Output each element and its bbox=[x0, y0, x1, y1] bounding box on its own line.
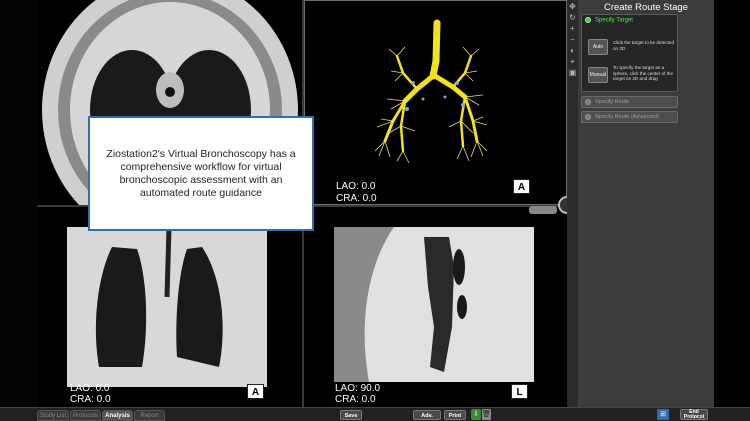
bronchial-branches bbox=[374, 46, 488, 164]
rotate-icon[interactable]: ↻ bbox=[568, 13, 577, 22]
zoom-in-icon[interactable]: + bbox=[568, 24, 577, 33]
bottom-toolbar: Study List Protocols Analysis Report Sav… bbox=[0, 407, 750, 421]
create-route-panel: Create Route Stage Specify Target Auto C… bbox=[578, 0, 714, 407]
caption-text: Ziostation2's Virtual Bronchoscopy has a… bbox=[106, 147, 296, 199]
horizontal-slider[interactable] bbox=[529, 206, 557, 214]
tab-report[interactable]: Report bbox=[134, 410, 165, 421]
volume-rendering-viewport[interactable]: LAO: 0.0 CRA: 0.0 A bbox=[304, 0, 567, 205]
layout-icon[interactable]: ⊞ bbox=[657, 409, 669, 420]
auto-description: Click the target to be detected on 3D bbox=[613, 40, 675, 51]
specify-route-label: Specify Route bbox=[595, 99, 630, 105]
left-margin bbox=[0, 0, 37, 407]
coronal-orientation-marker[interactable]: A bbox=[247, 384, 264, 399]
save-button[interactable]: Save bbox=[340, 410, 362, 420]
tab-protocols[interactable]: Protocols bbox=[70, 410, 101, 421]
trash-icon[interactable]: 🗑 bbox=[482, 409, 491, 420]
specify-target-step[interactable]: Specify Target Auto Click the target to … bbox=[581, 14, 678, 92]
tab-analysis[interactable]: Analysis bbox=[102, 410, 133, 421]
window-level-icon[interactable]: ◐ bbox=[568, 46, 577, 55]
sagittal-cra-label: CRA: 0.0 bbox=[335, 394, 376, 405]
specify-route-advanced-label: Specify Route (Advanced) bbox=[595, 114, 659, 120]
step-inactive-indicator-icon bbox=[585, 98, 591, 105]
crosshair-icon[interactable]: ⌖ bbox=[568, 57, 577, 66]
step-inactive-indicator-icon bbox=[585, 113, 591, 120]
sagittal-orientation-marker[interactable]: L bbox=[511, 384, 528, 399]
camera-icon[interactable]: ▣ bbox=[568, 68, 577, 77]
volume-cra-label: CRA: 0.0 bbox=[336, 193, 377, 204]
coronal-viewport[interactable]: LAO: 0.0 CRA: 0.0 A bbox=[37, 207, 302, 407]
tool-strip: ✥ ↻ + − ◐ ⌖ ▣ bbox=[567, 0, 578, 407]
sagittal-viewport[interactable]: LAO: 90.0 CRA: 0.0 L bbox=[304, 207, 567, 407]
zoom-out-icon[interactable]: − bbox=[568, 35, 577, 44]
sagittal-ct-image bbox=[334, 227, 534, 382]
coronal-cra-label: CRA: 0.0 bbox=[70, 394, 111, 405]
move-icon[interactable]: ✥ bbox=[568, 2, 577, 11]
end-protocol-button[interactable]: End Protocol bbox=[680, 409, 708, 420]
specify-target-label: Specify Target bbox=[595, 17, 633, 24]
right-margin bbox=[714, 0, 750, 407]
auto-button[interactable]: Auto bbox=[588, 39, 608, 55]
coronal-ct-image bbox=[67, 226, 267, 387]
manual-description: To specify the target as a sphere, click… bbox=[613, 65, 674, 82]
print-button[interactable]: Print bbox=[444, 410, 466, 420]
airway-tree-3d bbox=[374, 19, 488, 164]
volume-lao-label: LAO: 0.0 bbox=[336, 181, 376, 192]
specify-route-advanced-button[interactable]: Specify Route (Advanced) bbox=[581, 111, 678, 123]
step-active-indicator-icon bbox=[585, 17, 591, 23]
caption-overlay: Ziostation2's Virtual Bronchoscopy has a… bbox=[88, 116, 314, 231]
export-icon[interactable]: ⇩ bbox=[471, 409, 481, 420]
tab-study-list[interactable]: Study List bbox=[37, 410, 69, 421]
manual-button[interactable]: Manual bbox=[588, 67, 608, 83]
specify-route-button[interactable]: Specify Route bbox=[581, 96, 678, 108]
volume-orientation-marker[interactable]: A bbox=[513, 179, 530, 194]
adv-movie-button[interactable]: Adv. Movie bbox=[413, 410, 441, 420]
panel-title: Create Route Stage bbox=[604, 2, 688, 13]
